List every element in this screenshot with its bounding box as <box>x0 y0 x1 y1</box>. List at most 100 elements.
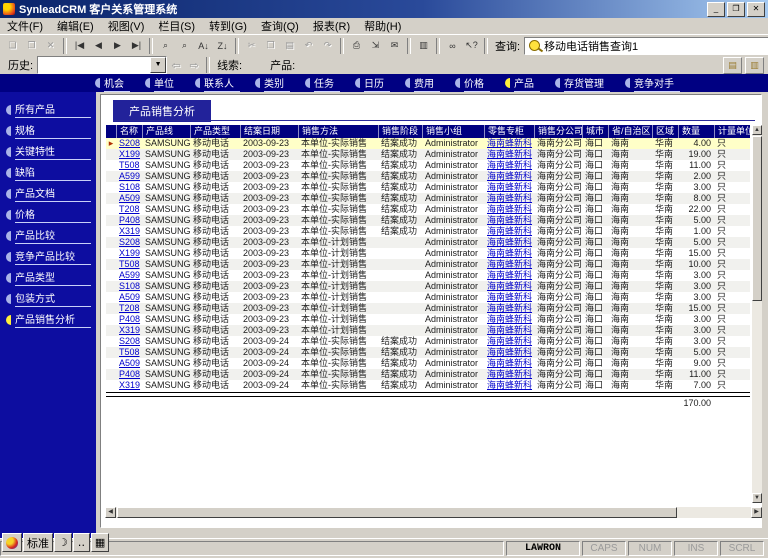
find-binoculars-icon[interactable]: ∞ <box>443 37 462 55</box>
retail-counter-link[interactable]: 海南蜂新科 <box>484 358 534 369</box>
menu-item-4[interactable]: 转到(G) <box>202 18 254 34</box>
column-header-8[interactable]: 销售分公司 <box>534 125 582 138</box>
ime-punctuation-icon[interactable]: ‥ <box>73 533 90 552</box>
column-header-11[interactable]: 区域 <box>652 125 678 138</box>
context-help-icon[interactable]: ↖? <box>462 37 481 55</box>
table-row[interactable]: S208SAMSUNG移动电话2003-09-24本单位-实际销售结案成功Adm… <box>106 336 750 347</box>
table-row[interactable]: A509SAMSUNG移动电话2003-09-23本单位-实际销售结案成功Adm… <box>106 193 750 204</box>
product-name-link[interactable]: P408 <box>116 314 142 325</box>
menu-item-7[interactable]: 帮助(H) <box>357 18 408 34</box>
table-row[interactable]: ▸S208SAMSUNG移动电话2003-09-23本单位-实际销售结案成功Ad… <box>106 138 750 149</box>
send-icon[interactable]: ✉ <box>385 37 404 55</box>
sort-desc-icon[interactable]: Z↓ <box>213 37 232 55</box>
tab-item-2[interactable]: 联系人 <box>195 75 240 92</box>
table-row[interactable]: T208SAMSUNG移动电话2003-09-23本单位-计划销售Adminis… <box>106 303 750 314</box>
retail-counter-link[interactable]: 海南蜂新科 <box>484 270 534 281</box>
sidebar-item-6[interactable]: 产品比较 <box>0 225 96 246</box>
retail-counter-link[interactable]: 海南蜂新科 <box>484 325 534 336</box>
table-row[interactable]: X319SAMSUNG移动电话2003-09-24本单位-实际销售结案成功Adm… <box>106 380 750 391</box>
column-header-13[interactable]: 计量单位 <box>714 125 750 138</box>
column-header-3[interactable]: 结案日期 <box>240 125 298 138</box>
tab-item-5[interactable]: 日历 <box>355 75 390 92</box>
retail-counter-link[interactable]: 海南蜂新科 <box>484 193 534 204</box>
ime-fullwidth-icon[interactable]: ☽ <box>54 533 72 552</box>
column-header-10[interactable]: 省/自治区 <box>608 125 652 138</box>
search-icon[interactable]: ⌕ <box>156 37 175 55</box>
table-row[interactable]: S208SAMSUNG移动电话2003-09-23本单位-计划销售Adminis… <box>106 237 750 248</box>
product-name-link[interactable]: P408 <box>116 215 142 226</box>
table-row[interactable]: A509SAMSUNG移动电话2003-09-24本单位-实际销售结案成功Adm… <box>106 358 750 369</box>
card-view-icon[interactable]: ▤ <box>723 57 742 74</box>
table-row[interactable]: P408SAMSUNG移动电话2003-09-23本单位-实际销售结案成功Adm… <box>106 215 750 226</box>
retail-counter-link[interactable]: 海南蜂新科 <box>484 336 534 347</box>
tab-item-10[interactable]: 竞争对手 <box>625 75 680 92</box>
table-row[interactable]: P408SAMSUNG移动电话2003-09-23本单位-计划销售Adminis… <box>106 314 750 325</box>
sidebar-item-0[interactable]: 所有产品 <box>0 99 96 120</box>
ime-mode-button[interactable]: 标准 <box>23 533 53 552</box>
product-name-link[interactable]: X199 <box>116 149 142 160</box>
sidebar-item-4[interactable]: 产品文档 <box>0 183 96 204</box>
table-row[interactable]: T508SAMSUNG移动电话2003-09-23本单位-实际销售结案成功Adm… <box>106 160 750 171</box>
menu-item-6[interactable]: 报表(R) <box>306 18 357 34</box>
retail-counter-link[interactable]: 海南蜂新科 <box>484 138 534 149</box>
product-name-link[interactable]: T208 <box>116 303 142 314</box>
sidebar-item-2[interactable]: 关键特性 <box>0 141 96 162</box>
table-row[interactable]: S108SAMSUNG移动电话2003-09-23本单位-实际销售结案成功Adm… <box>106 182 750 193</box>
tab-item-4[interactable]: 任务 <box>305 75 340 92</box>
retail-counter-link[interactable]: 海南蜂新科 <box>484 369 534 380</box>
column-header-5[interactable]: 销售阶段 <box>378 125 422 138</box>
product-name-link[interactable]: S208 <box>116 237 142 248</box>
retail-counter-link[interactable]: 海南蜂新科 <box>484 380 534 391</box>
scroll-down-icon[interactable]: ▼ <box>752 493 762 503</box>
product-name-link[interactable]: T508 <box>116 347 142 358</box>
horizontal-scrollbar[interactable]: ◀ ▶ <box>105 507 762 518</box>
retail-counter-link[interactable]: 海南蜂新科 <box>484 347 534 358</box>
product-name-link[interactable]: A509 <box>116 358 142 369</box>
sidebar-item-5[interactable]: 价格 <box>0 204 96 225</box>
nav-prev-icon[interactable]: ◀ <box>89 37 108 55</box>
ime-language-button[interactable] <box>2 533 22 552</box>
close-button[interactable]: ✕ <box>747 2 765 17</box>
vertical-scroll-thumb[interactable] <box>752 136 762 301</box>
product-name-link[interactable]: A509 <box>116 193 142 204</box>
scroll-up-icon[interactable]: ▲ <box>752 125 762 135</box>
column-header-1[interactable]: 产品线 <box>142 125 190 138</box>
scroll-right-icon[interactable]: ▶ <box>751 507 762 518</box>
menu-item-2[interactable]: 视图(V) <box>101 18 152 34</box>
table-row[interactable]: T208SAMSUNG移动电话2003-09-23本单位-实际销售结案成功Adm… <box>106 204 750 215</box>
table-row[interactable]: A599SAMSUNG移动电话2003-09-23本单位-实际销售结案成功Adm… <box>106 171 750 182</box>
retail-counter-link[interactable]: 海南蜂新科 <box>484 204 534 215</box>
table-row[interactable]: S108SAMSUNG移动电话2003-09-23本单位-计划销售Adminis… <box>106 281 750 292</box>
scroll-left-icon[interactable]: ◀ <box>105 507 116 518</box>
column-header-0[interactable]: 名称 <box>116 125 142 138</box>
table-row[interactable]: T508SAMSUNG移动电话2003-09-23本单位-计划销售Adminis… <box>106 259 750 270</box>
table-row[interactable]: X319SAMSUNG移动电话2003-09-23本单位-计划销售Adminis… <box>106 325 750 336</box>
restore-button[interactable]: ❐ <box>727 2 745 17</box>
tab-item-8[interactable]: 产品 <box>505 75 540 92</box>
product-name-link[interactable]: P408 <box>116 369 142 380</box>
retail-counter-link[interactable]: 海南蜂新科 <box>484 259 534 270</box>
product-name-link[interactable]: T208 <box>116 204 142 215</box>
column-header-12[interactable]: 数量 <box>678 125 714 138</box>
menu-item-5[interactable]: 查询(Q) <box>254 18 306 34</box>
retail-counter-link[interactable]: 海南蜂新科 <box>484 281 534 292</box>
tab-item-7[interactable]: 价格 <box>455 75 490 92</box>
table-row[interactable]: X319SAMSUNG移动电话2003-09-23本单位-实际销售结案成功Adm… <box>106 226 750 237</box>
tab-item-3[interactable]: 类别 <box>255 75 290 92</box>
query-combobox[interactable]: 移动电话销售查询1 ▼ <box>524 37 768 55</box>
sidebar-item-1[interactable]: 规格 <box>0 120 96 141</box>
retail-counter-link[interactable]: 海南蜂新科 <box>484 171 534 182</box>
table-row[interactable]: A599SAMSUNG移动电话2003-09-23本单位-计划销售Adminis… <box>106 270 750 281</box>
menu-item-0[interactable]: 文件(F) <box>0 18 50 34</box>
product-name-link[interactable]: S108 <box>116 281 142 292</box>
retail-counter-link[interactable]: 海南蜂新科 <box>484 160 534 171</box>
tab-item-1[interactable]: 单位 <box>145 75 180 92</box>
sidebar-item-3[interactable]: 缺陷 <box>0 162 96 183</box>
product-name-link[interactable]: T508 <box>116 160 142 171</box>
tab-item-6[interactable]: 费用 <box>405 75 440 92</box>
table-row[interactable]: P408SAMSUNG移动电话2003-09-24本单位-实际销售结案成功Adm… <box>106 369 750 380</box>
vertical-scrollbar[interactable]: ▲ ▼ <box>752 125 762 503</box>
retail-counter-link[interactable]: 海南蜂新科 <box>484 292 534 303</box>
table-row[interactable]: A509SAMSUNG移动电话2003-09-23本单位-计划销售Adminis… <box>106 292 750 303</box>
sort-asc-icon[interactable]: A↓ <box>194 37 213 55</box>
